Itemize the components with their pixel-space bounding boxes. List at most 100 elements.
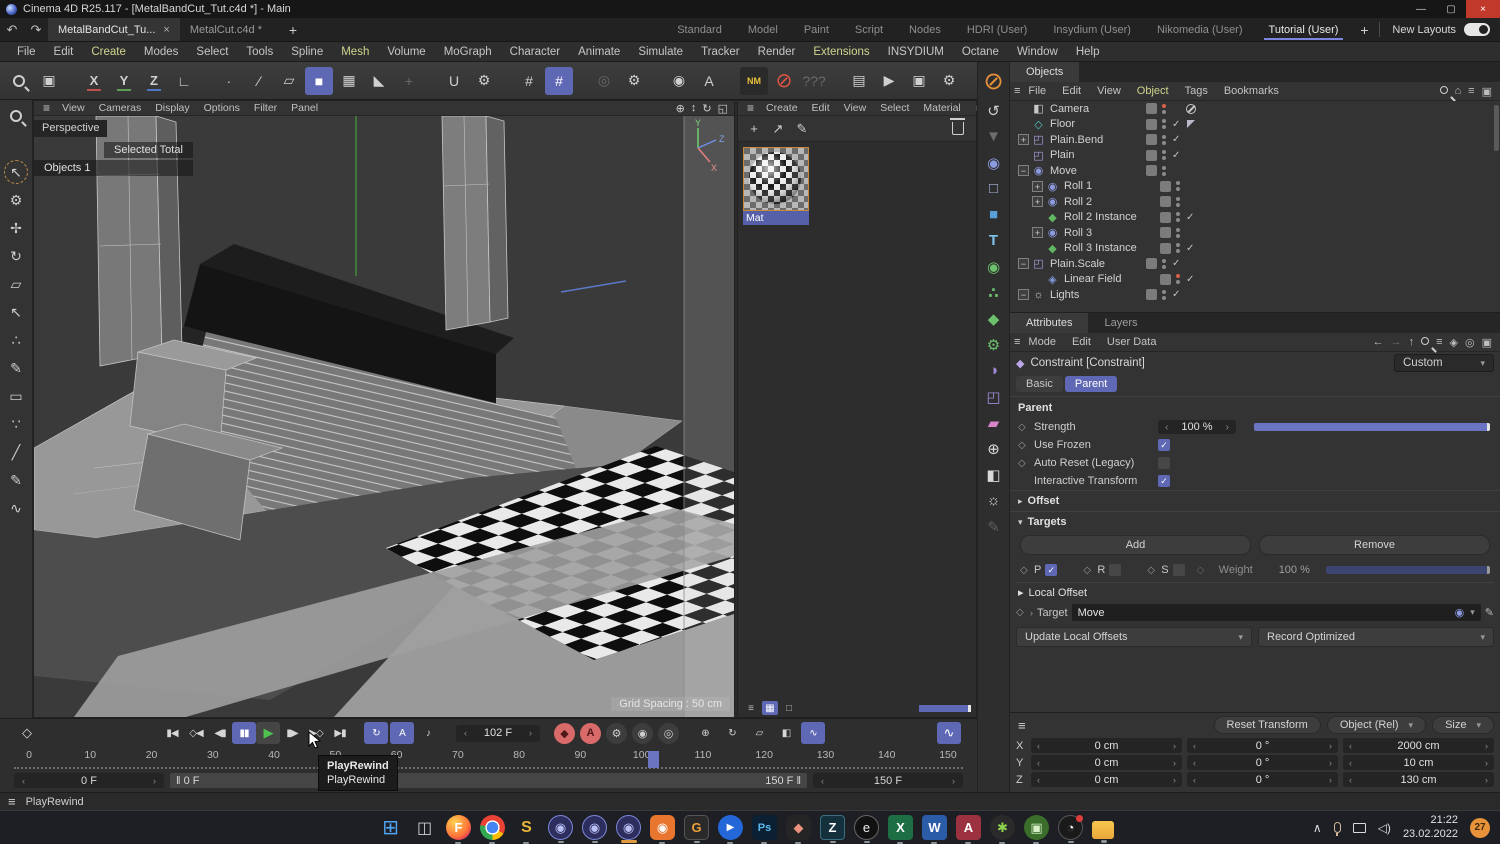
- menu-item[interactable]: Octane: [953, 46, 1008, 58]
- enabled-check-icon[interactable]: ✓: [1172, 258, 1184, 269]
- viewport-canvas[interactable]: Perspective Selected Total Objects 1 Y Z…: [34, 116, 734, 717]
- null-object-button[interactable]: ◉: [981, 150, 1007, 175]
- tree-row[interactable]: + Plain.Bend ✓: [1010, 132, 1500, 148]
- back-icon[interactable]: ←: [1373, 336, 1384, 348]
- gear-circle-button[interactable]: ⚙: [620, 67, 648, 95]
- nm-disabled-button[interactable]: ⊘: [770, 67, 798, 95]
- layer-swatch[interactable]: [1146, 165, 1157, 177]
- material-menu-item[interactable]: Edit: [805, 102, 837, 114]
- spline-pen-tool[interactable]: ✎: [2, 355, 30, 382]
- tree-row[interactable]: + Roll 1: [1010, 179, 1500, 195]
- edges-mode-button[interactable]: ∕: [245, 67, 273, 95]
- encoder-app[interactable]: e: [854, 815, 879, 843]
- key-rotation-button[interactable]: ↻: [720, 722, 744, 744]
- update-local-offsets-dropdown[interactable]: Update Local Offsets ▾: [1016, 627, 1252, 647]
- firefox-app[interactable]: F: [446, 815, 471, 844]
- fcurve-button[interactable]: ∿: [937, 722, 961, 744]
- lock-x-button[interactable]: X: [80, 67, 108, 95]
- keying-settings-button[interactable]: ⚙: [606, 722, 627, 744]
- undo-view-icon[interactable]: ▣: [35, 67, 63, 95]
- layer-swatch[interactable]: [1146, 103, 1157, 115]
- range-end-field[interactable]: ‹ 150 F ›: [813, 773, 963, 788]
- menu-item[interactable]: Mesh: [332, 46, 378, 58]
- enabled-check-icon[interactable]: ✓: [1172, 289, 1184, 300]
- hamburger-icon[interactable]: ≡: [40, 101, 53, 115]
- loop-mode-button[interactable]: ↻: [364, 722, 388, 744]
- line-spline-tool[interactable]: ╱: [2, 439, 30, 466]
- rotation-field[interactable]: ‹ 0 ° ›: [1187, 755, 1338, 770]
- cinema4d-app-1[interactable]: ◉: [548, 815, 573, 843]
- objects-menu-item[interactable]: File: [1020, 85, 1054, 97]
- pen-edit-tool[interactable]: ✎: [2, 467, 30, 494]
- expand-toggle-icon[interactable]: −: [1018, 165, 1029, 177]
- layout-tab[interactable]: Nodes: [896, 18, 954, 41]
- object-name[interactable]: Plain.Scale: [1050, 258, 1146, 270]
- material-menu-item[interactable]: Select: [873, 102, 916, 114]
- menu-item[interactable]: Render: [749, 46, 805, 58]
- layout-tab[interactable]: Standard: [664, 18, 735, 41]
- object-name[interactable]: Roll 2: [1064, 196, 1160, 208]
- key-pla-button[interactable]: ◧: [774, 722, 798, 744]
- rectangle-spline-tool[interactable]: ▭: [2, 383, 30, 410]
- keyframe-circle-icon[interactable]: ◇: [1018, 440, 1028, 451]
- layer-swatch[interactable]: [1160, 273, 1171, 285]
- move-tool[interactable]: ✢: [2, 215, 30, 242]
- layer-swatch[interactable]: [1160, 180, 1171, 192]
- enabled-check-icon[interactable]: ✓: [1172, 119, 1184, 130]
- visibility-dots[interactable]: [1176, 274, 1180, 285]
- green-tool-app[interactable]: ✱: [990, 815, 1015, 844]
- scale-tool[interactable]: ▱: [2, 271, 30, 298]
- tree-row[interactable]: Roll 3 Instance ✓: [1010, 241, 1500, 257]
- visibility-dots[interactable]: [1162, 165, 1166, 176]
- find-tool[interactable]: [2, 130, 30, 157]
- current-frame-field[interactable]: ‹ 102 F ›: [456, 724, 540, 742]
- scale-field[interactable]: ‹ 130 cm ›: [1343, 772, 1494, 787]
- visibility-dots[interactable]: [1176, 227, 1180, 238]
- menu-item[interactable]: Window: [1008, 46, 1067, 58]
- menu-item[interactable]: Tools: [237, 46, 282, 58]
- microphone-icon[interactable]: [1333, 822, 1341, 836]
- current-frame-value[interactable]: 102 F: [484, 727, 512, 739]
- object-tag-icon[interactable]: [1186, 258, 1198, 269]
- filter-icon[interactable]: ≡: [1468, 85, 1474, 97]
- eyedropper-icon[interactable]: ✎: [1485, 606, 1494, 619]
- keyframe-circle-icon[interactable]: ◇: [1016, 607, 1026, 618]
- play-button[interactable]: ▶: [256, 722, 280, 744]
- viewport-menu-item[interactable]: Panel: [284, 102, 325, 114]
- expand-toggle-icon[interactable]: +: [1018, 134, 1029, 146]
- tray-chevron-icon[interactable]: ∧: [1313, 821, 1322, 835]
- position-field[interactable]: ‹ 0 cm ›: [1031, 772, 1182, 787]
- layer-swatch[interactable]: [1146, 258, 1157, 270]
- strength-value[interactable]: 100 %: [1181, 421, 1212, 433]
- sublime-app[interactable]: S: [514, 815, 539, 844]
- s-checkbox[interactable]: [1172, 564, 1185, 576]
- object-name[interactable]: Roll 2 Instance: [1064, 211, 1160, 223]
- objects-menu-item[interactable]: Bookmarks: [1216, 85, 1287, 97]
- sound-button[interactable]: ♪: [416, 722, 440, 744]
- expand-toggle-icon[interactable]: [1032, 243, 1043, 254]
- point-spline-tool[interactable]: ∵: [2, 411, 30, 438]
- tab-attributes[interactable]: Attributes: [1010, 313, 1089, 333]
- keyframe-circle-icon[interactable]: ◇: [1083, 565, 1093, 576]
- explorer-app[interactable]: [1092, 820, 1114, 843]
- enabled-check-icon[interactable]: ✓: [1172, 150, 1184, 161]
- grid-button[interactable]: #: [515, 67, 543, 95]
- layout-tab[interactable]: Tutorial (User): [1256, 18, 1352, 41]
- layer-swatch[interactable]: [1160, 227, 1171, 239]
- generator-gear-button[interactable]: ⚙: [981, 332, 1007, 357]
- pan-view-icon[interactable]: ⊕: [676, 102, 685, 115]
- strength-field[interactable]: ‹ 100 % ›: [1158, 420, 1236, 434]
- record-optimized-dropdown[interactable]: Record Optimized ▾: [1258, 627, 1494, 647]
- forward-icon[interactable]: →: [1391, 336, 1402, 348]
- key-position-button[interactable]: ⊕: [693, 722, 717, 744]
- viewport-menu-item[interactable]: Filter: [247, 102, 284, 114]
- objects-menu-item[interactable]: Edit: [1054, 85, 1089, 97]
- attributes-menu-item[interactable]: Edit: [1064, 336, 1099, 348]
- render-picture-viewer-button[interactable]: ▶: [875, 67, 903, 95]
- visibility-dots[interactable]: [1162, 134, 1166, 145]
- object-name[interactable]: Roll 1: [1064, 180, 1160, 192]
- tree-row[interactable]: Roll 2 Instance ✓: [1010, 210, 1500, 226]
- layer-swatch[interactable]: [1160, 211, 1171, 223]
- material-thumbnail[interactable]: [743, 147, 809, 211]
- coord-system-button[interactable]: ∟: [170, 67, 198, 95]
